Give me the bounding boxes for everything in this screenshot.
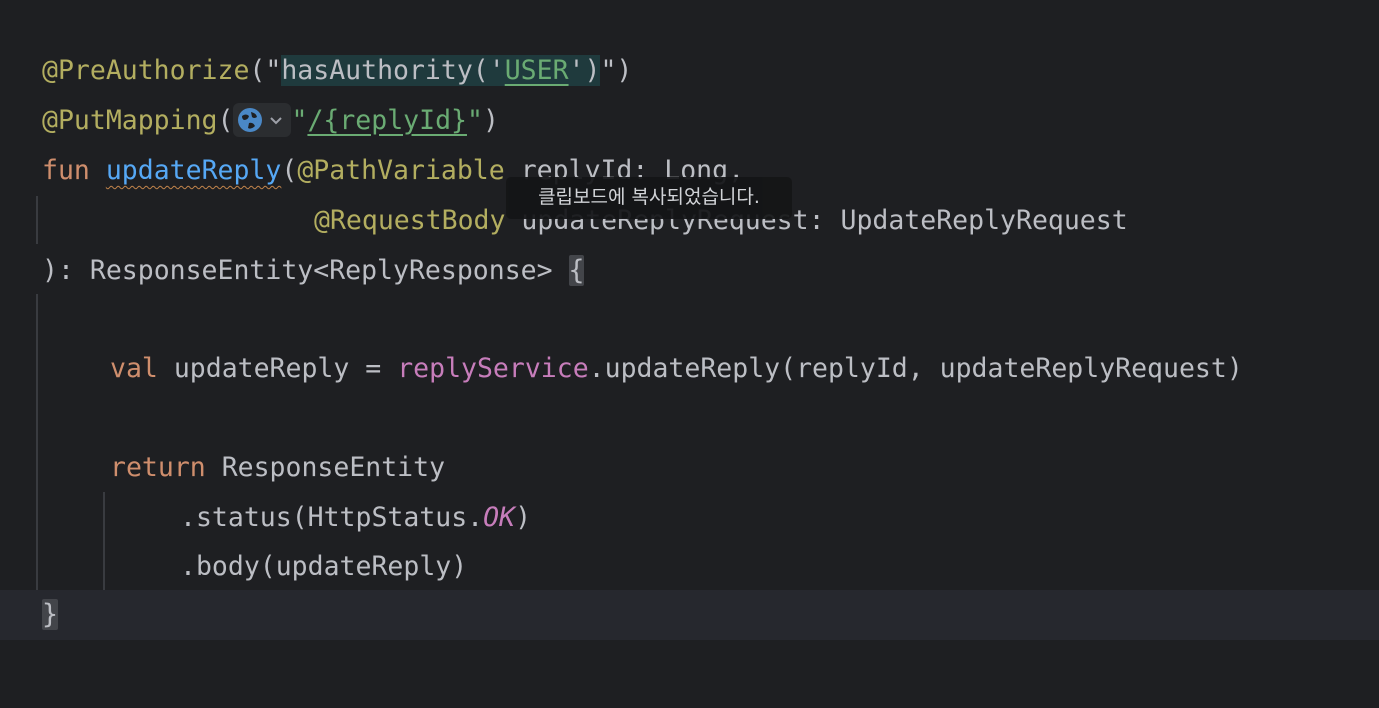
annotation-token: @RequestBody (314, 205, 506, 236)
function-name[interactable]: updateReply (106, 155, 282, 186)
code-line-return[interactable]: return ResponseEntity (110, 443, 445, 493)
code-line-status[interactable]: .status(HttpStatus.OK) (180, 493, 531, 543)
annotation-token: @PutMapping (42, 105, 218, 136)
keyword-token: fun (42, 155, 90, 186)
authority-string: USER (504, 55, 569, 86)
indent-guide (36, 294, 38, 590)
annotation-token: @PathVariable (297, 155, 505, 186)
code-line-body[interactable]: .body(updateReply) (180, 542, 467, 592)
code-line-closing-brace[interactable]: } (42, 590, 58, 640)
paren-token: (" (249, 55, 282, 86)
enum-constant: OK (483, 502, 516, 533)
matched-brace: { (568, 255, 585, 286)
code-line-return-type[interactable]: ): ResponseEntity<ReplyResponse> { (42, 246, 585, 296)
url-path-string[interactable]: /{replyId} (307, 105, 467, 136)
code-line-putmapping[interactable]: @PutMapping("/{replyId}") (42, 96, 499, 146)
code-line-preauthorize[interactable]: @PreAuthorize("hasAuthority('USER')") (42, 46, 632, 96)
annotation-token: @PreAuthorize (42, 55, 250, 86)
indent-guide (36, 196, 38, 244)
clipboard-copied-tooltip: 클립보드에 복사되었습니다. (506, 177, 792, 219)
current-line-highlight (0, 590, 1379, 640)
keyword-token: val (110, 353, 158, 384)
injected-language-fragment: hasAuthority('USER') (281, 55, 601, 86)
indent-guide (103, 492, 105, 590)
chevron-down-icon (270, 116, 283, 124)
code-editor[interactable]: @PreAuthorize("hasAuthority('USER')") @P… (0, 0, 1379, 708)
code-line-val[interactable]: val updateReply = replyService.updateRep… (110, 344, 1243, 394)
endpoint-inlay-button[interactable] (233, 102, 292, 137)
property-token: replyService (397, 353, 589, 384)
matched-brace: } (42, 599, 58, 630)
globe-icon (238, 107, 263, 132)
paren-token: ") (600, 55, 633, 86)
keyword-token: return (110, 452, 206, 483)
